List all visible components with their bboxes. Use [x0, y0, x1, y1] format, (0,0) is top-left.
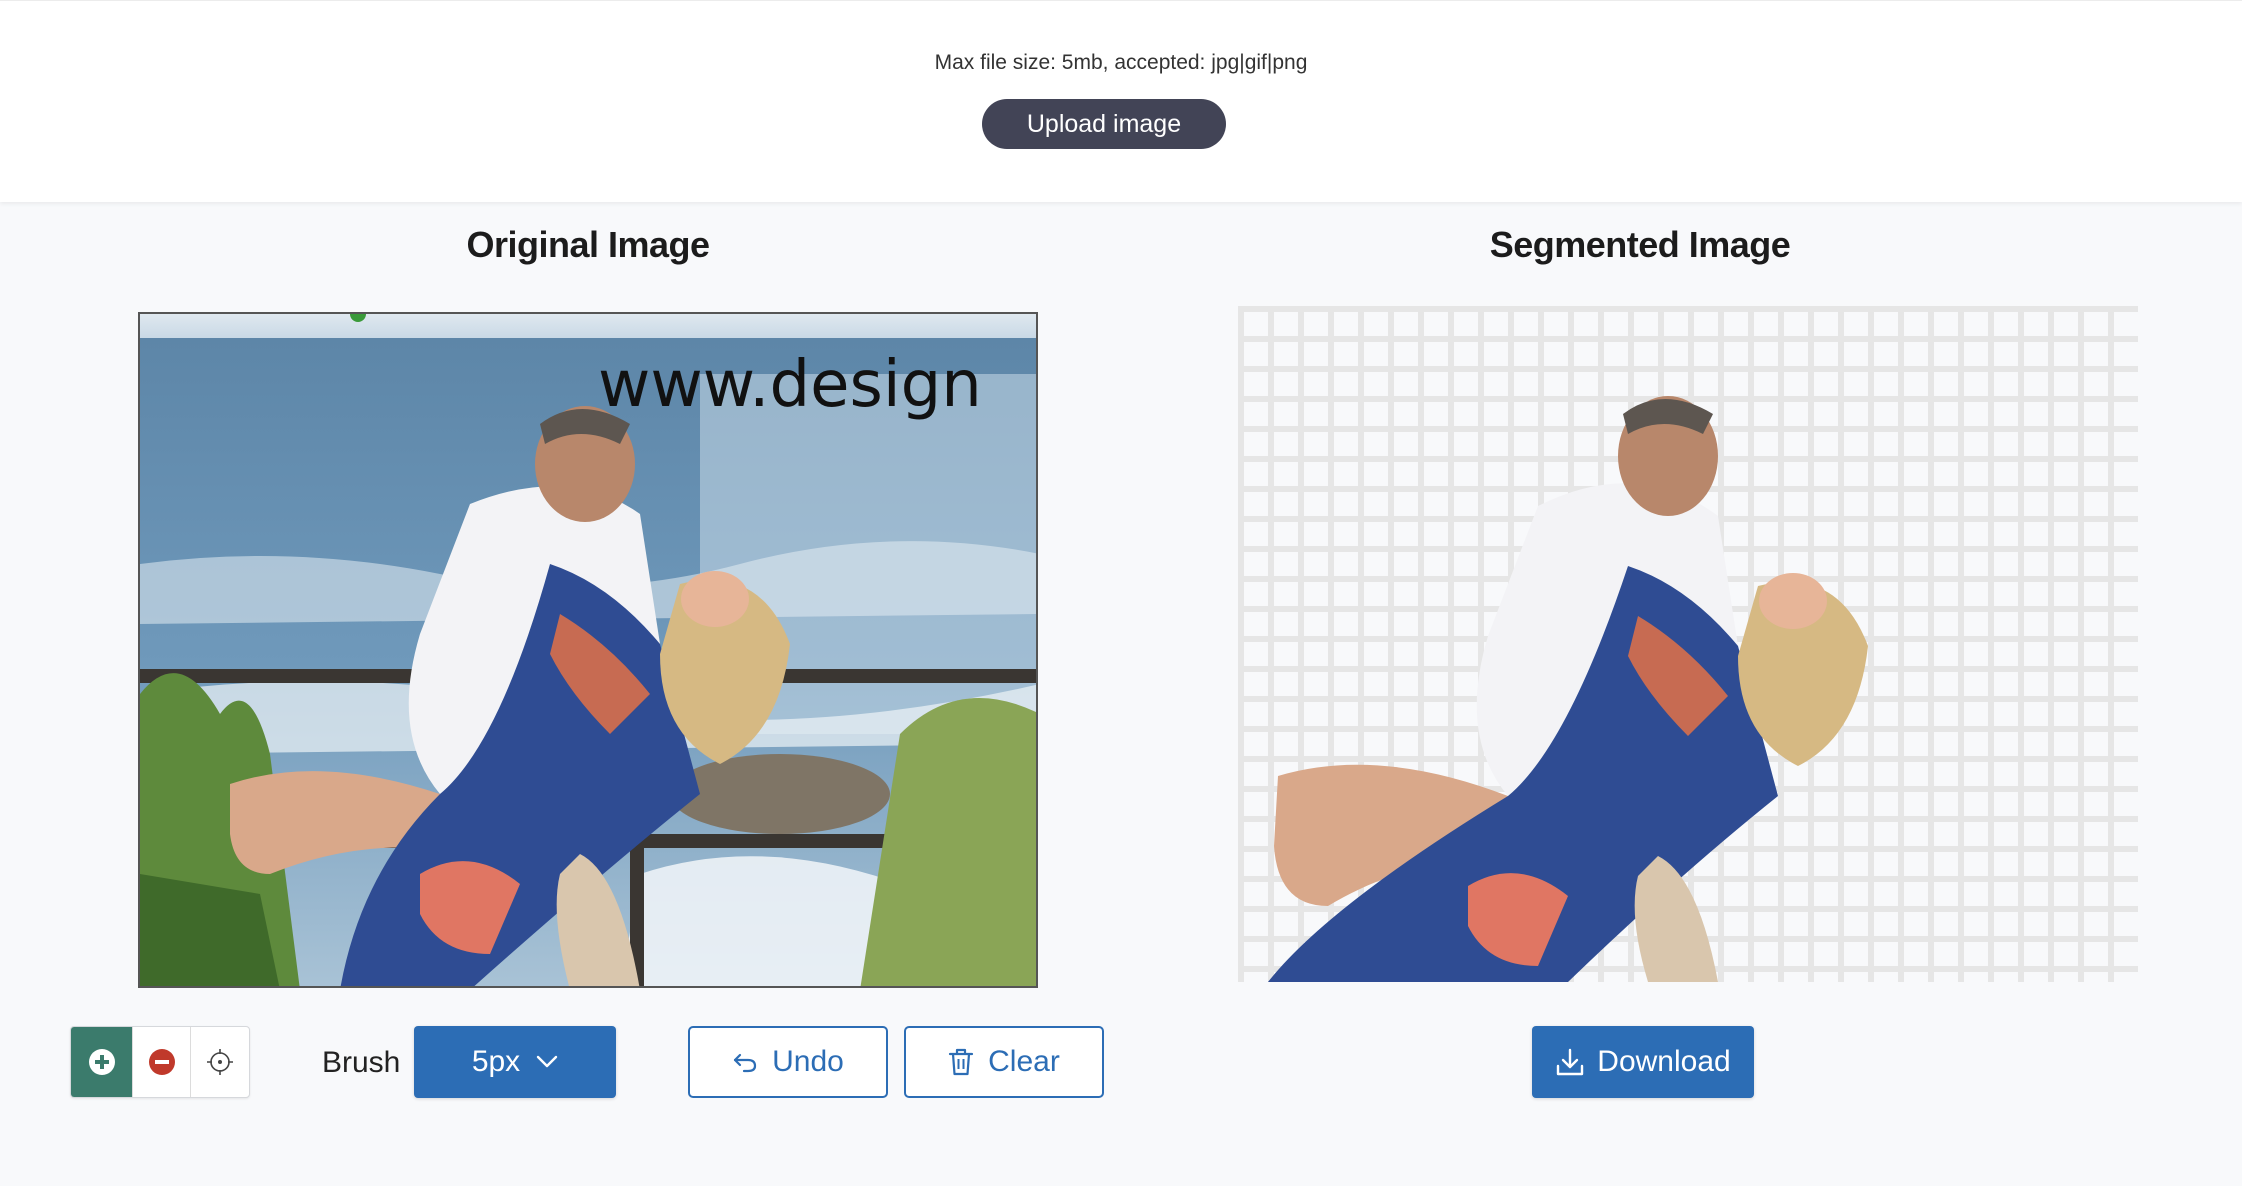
- crosshair-icon: [207, 1049, 233, 1075]
- watermark-text: www.design: [598, 348, 982, 422]
- brush-size-value: 5px: [471, 1045, 521, 1078]
- point-select-tool[interactable]: [191, 1027, 249, 1097]
- download-label: Download: [1597, 1045, 1731, 1078]
- download-icon: [1557, 1048, 1584, 1076]
- undo-icon: [734, 1053, 757, 1073]
- download-button[interactable]: Download: [1532, 1026, 1754, 1098]
- original-image-title: Original Image: [466, 224, 710, 265]
- plus-circle-icon: [88, 1049, 115, 1075]
- brush-label: Brush: [322, 1046, 401, 1079]
- segmented-photo: [1238, 306, 2138, 982]
- clear-button[interactable]: Clear: [904, 1026, 1104, 1098]
- segmented-image-title: Segmented Image: [1489, 224, 1791, 265]
- undo-label: Undo: [772, 1045, 844, 1078]
- clear-label: Clear: [988, 1045, 1060, 1078]
- chevron-down-icon: [536, 1055, 558, 1068]
- segmented-image-canvas: [1238, 306, 2138, 982]
- undo-button[interactable]: Undo: [688, 1026, 888, 1098]
- add-brush-tool[interactable]: [71, 1027, 133, 1097]
- brush-tool-group: [70, 1026, 250, 1098]
- brush-size-dropdown[interactable]: 5px: [414, 1026, 616, 1098]
- original-image-canvas[interactable]: www.design: [138, 312, 1038, 988]
- trash-icon: [949, 1048, 974, 1076]
- minus-circle-icon: [148, 1049, 175, 1075]
- upload-bar: Max file size: 5mb, accepted: jpg|gif|pn…: [0, 0, 2242, 202]
- erase-brush-tool[interactable]: [133, 1027, 191, 1097]
- upload-hint: Max file size: 5mb, accepted: jpg|gif|pn…: [934, 51, 1308, 74]
- upload-image-button[interactable]: Upload image: [982, 99, 1226, 149]
- original-photo: www.design: [140, 314, 1036, 986]
